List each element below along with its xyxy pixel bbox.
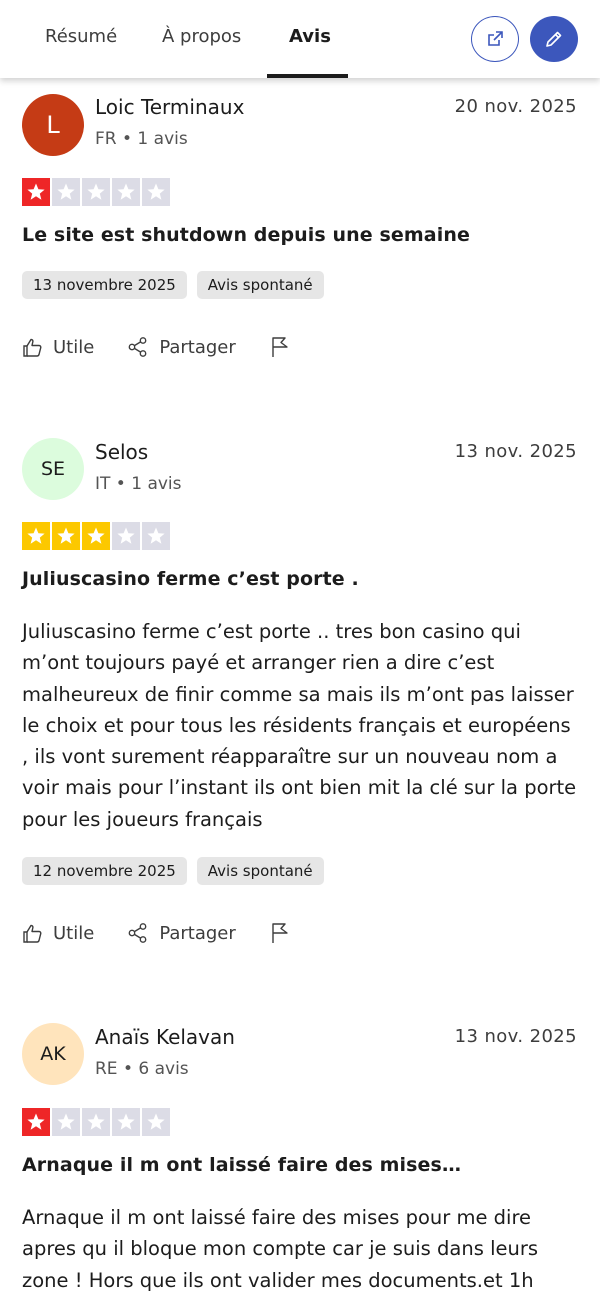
star-icon: [22, 522, 50, 550]
reviewer-name[interactable]: Anaïs Kelavan: [95, 1025, 235, 1049]
star-icon: [22, 178, 50, 206]
spontaneous-review-badge[interactable]: Avis spontané: [196, 857, 324, 885]
report-button[interactable]: [270, 336, 300, 358]
experience-date-chip: 13 novembre 2025: [22, 271, 187, 299]
useful-button[interactable]: Utile: [22, 337, 94, 358]
reviewer-meta: RE • 6 avis: [95, 1059, 189, 1079]
star-icon: [82, 1108, 110, 1136]
review-title[interactable]: Arnaque il m ont laissé faire des mises…: [22, 1154, 461, 1176]
flag-icon: [272, 337, 288, 357]
star-icon: [82, 522, 110, 550]
tab-about[interactable]: À propos: [162, 26, 241, 47]
top-nav: Résumé À propos Avis: [0, 0, 600, 78]
share-icon: [128, 337, 147, 357]
review-title[interactable]: Juliuscasino ferme c’est porte .: [22, 568, 359, 590]
experience-date-chip: 12 novembre 2025: [22, 857, 187, 885]
star-icon: [142, 178, 170, 206]
write-review-button[interactable]: [530, 16, 578, 62]
reviewer-meta: FR • 1 avis: [95, 129, 188, 149]
review-actions: Utile Partager: [22, 333, 300, 361]
reviewer-meta: IT • 1 avis: [95, 474, 182, 494]
share-button[interactable]: Partager: [127, 336, 236, 358]
tab-reviews[interactable]: Avis: [289, 26, 331, 47]
open-website-button[interactable]: [471, 16, 519, 62]
spontaneous-review-badge[interactable]: Avis spontané: [196, 271, 324, 299]
star-rating: [22, 522, 170, 550]
star-rating: [22, 178, 170, 206]
useful-button[interactable]: Utile: [22, 923, 94, 944]
external-link-icon: [488, 31, 503, 46]
review-date: 13 nov. 2025: [454, 1026, 577, 1047]
avatar[interactable]: SE: [22, 438, 84, 500]
star-icon: [112, 178, 140, 206]
review-tags: 13 novembre 2025 Avis spontané: [22, 271, 324, 299]
thumbs-up-icon: [23, 338, 42, 357]
review-date: 13 nov. 2025: [454, 441, 577, 462]
review-tags: 12 novembre 2025 Avis spontané: [22, 857, 324, 885]
star-icon: [142, 1108, 170, 1136]
report-button[interactable]: [270, 922, 300, 944]
reviewer-name[interactable]: Selos: [95, 440, 148, 464]
review-body: Arnaque il m ont laissé faire des mises …: [22, 1206, 539, 1292]
tab-summary[interactable]: Résumé: [45, 26, 117, 47]
star-icon: [22, 1108, 50, 1136]
review-actions: Utile Partager: [22, 919, 300, 947]
star-icon: [52, 522, 80, 550]
review-date: 20 nov. 2025: [454, 96, 577, 117]
star-rating: [22, 1108, 170, 1136]
review-body: Juliuscasino ferme c’est porte .. tres b…: [22, 620, 577, 831]
star-icon: [52, 1108, 80, 1136]
avatar[interactable]: AK: [22, 1023, 84, 1085]
star-icon: [52, 178, 80, 206]
reviewer-name[interactable]: Loic Terminaux: [95, 95, 244, 119]
star-icon: [142, 522, 170, 550]
pencil-icon: [546, 31, 562, 47]
thumbs-up-icon: [23, 924, 42, 943]
star-icon: [82, 178, 110, 206]
flag-icon: [272, 923, 288, 943]
review-title[interactable]: Le site est shutdown depuis une semaine: [22, 224, 470, 246]
share-icon: [128, 923, 147, 943]
star-icon: [112, 1108, 140, 1136]
active-tab-indicator: [267, 74, 348, 78]
avatar[interactable]: L: [22, 94, 84, 156]
star-icon: [112, 522, 140, 550]
share-button[interactable]: Partager: [127, 922, 236, 944]
